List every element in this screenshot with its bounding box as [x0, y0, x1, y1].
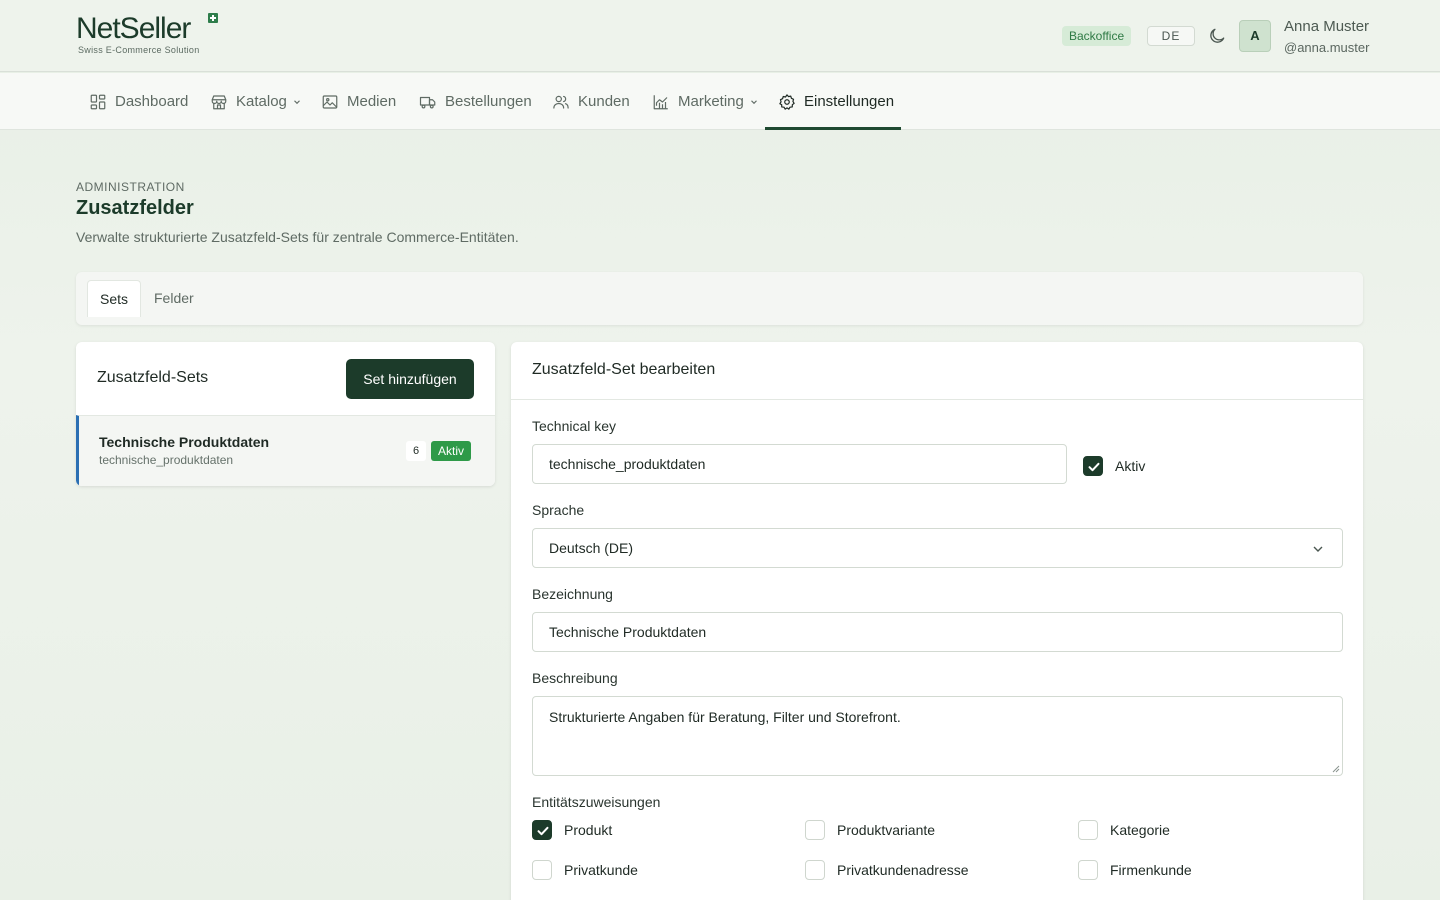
nav-medien-label: Medien — [347, 93, 397, 110]
nav-kunden[interactable]: Kunden — [552, 73, 630, 130]
assignment-checkbox-kategorie[interactable] — [1078, 820, 1098, 840]
chevron-down-icon — [293, 99, 300, 104]
top-header: NetSeller Swiss E-Commerce Solution Back… — [0, 0, 1440, 72]
language-select[interactable]: Deutsch (DE) — [532, 528, 1343, 568]
technical-key-label: Technical key — [532, 418, 617, 434]
page-eyebrow: ADMINISTRATION — [76, 180, 185, 194]
dark-mode-toggle[interactable] — [1207, 26, 1227, 46]
nav-dashboard[interactable]: Dashboard — [89, 73, 188, 130]
assignment-checkbox-produkt[interactable] — [532, 820, 552, 840]
checkmark-icon — [1088, 462, 1100, 472]
editor-title: Zusatzfeld-Set bearbeiten — [532, 361, 716, 378]
active-nav-indicator — [765, 127, 901, 130]
dashboard-icon — [90, 94, 106, 109]
tab-bar: Sets Felder — [76, 272, 1363, 325]
set-key: technische_produktdaten — [99, 453, 234, 467]
gear-icon — [779, 93, 795, 110]
tab-felder[interactable]: Felder — [142, 280, 206, 317]
active-checkbox[interactable] — [1083, 456, 1103, 476]
add-set-button[interactable]: Set hinzufügen — [346, 359, 474, 399]
page-title: Zusatzfelder — [76, 197, 194, 219]
nav-medien[interactable]: Medien — [321, 73, 396, 130]
nav-katalog-label: Katalog — [236, 93, 287, 110]
name-input[interactable]: Technische Produktdaten — [532, 612, 1343, 652]
nav-dashboard-label: Dashboard — [115, 93, 189, 110]
netseller-logo[interactable]: NetSeller Swiss E-Commerce Solution — [76, 12, 226, 58]
chart-icon — [653, 94, 668, 109]
nav-kunden-label: Kunden — [578, 93, 630, 110]
checkmark-icon — [537, 826, 549, 836]
set-editor-panel: Zusatzfeld-Set bearbeiten Technical key … — [511, 342, 1363, 900]
active-checkbox-label: Aktiv — [1115, 458, 1146, 474]
assignment-label-firmenkunde: Firmenkunde — [1110, 862, 1192, 878]
status-badge: Aktiv — [431, 441, 472, 461]
main-navigation: Dashboard Katalog Medien Bestellungen Ku… — [0, 73, 1440, 130]
resize-handle-icon[interactable] — [1332, 765, 1340, 773]
nav-marketing[interactable]: Marketing — [652, 73, 759, 130]
truck-icon — [419, 96, 436, 108]
assignments-label: Entitätszuweisungen — [532, 794, 661, 810]
image-icon — [322, 94, 338, 109]
nav-einstellungen-label: Einstellungen — [804, 93, 895, 110]
technical-key-input[interactable]: technische_produktdaten — [532, 444, 1067, 484]
set-name: Technische Produktdaten — [99, 434, 270, 450]
editor-header: Zusatzfeld-Set bearbeiten — [511, 342, 1363, 400]
nav-bestellungen[interactable]: Bestellungen — [419, 73, 532, 130]
logo-wordmark: NetSeller — [76, 12, 191, 45]
assignment-checkbox-privatkundenadresse[interactable] — [805, 860, 825, 880]
moon-icon — [1210, 28, 1225, 43]
page-description: Verwalte strukturierte Zusatzfeld-Sets f… — [76, 229, 519, 245]
tab-sets[interactable]: Sets — [87, 280, 142, 317]
nav-marketing-label: Marketing — [678, 93, 744, 110]
users-icon — [553, 95, 569, 109]
chevron-down-icon — [1313, 546, 1323, 552]
sets-panel: Zusatzfeld-Sets Set hinzufügen Technisch… — [76, 342, 495, 486]
user-handle: @anna.muster — [1284, 40, 1370, 55]
swiss-cross-icon — [208, 13, 218, 23]
assignment-label-produkt: Produkt — [564, 822, 613, 838]
assignment-label-produktvariante: Produktvariante — [837, 822, 936, 838]
user-name[interactable]: Anna Muster — [1284, 18, 1369, 35]
description-text: Strukturierte Angaben für Beratung, Filt… — [549, 709, 901, 725]
description-label: Beschreibung — [532, 670, 618, 686]
store-icon — [211, 94, 227, 109]
assignment-checkbox-privatkunde[interactable] — [532, 860, 552, 880]
sets-panel-title: Zusatzfeld-Sets — [97, 369, 209, 386]
nav-einstellungen[interactable]: Einstellungen — [778, 73, 894, 130]
name-label: Bezeichnung — [532, 586, 613, 602]
assignment-checkbox-produktvariante[interactable] — [805, 820, 825, 840]
assignment-label-privatkunde: Privatkunde — [564, 862, 638, 878]
nav-katalog[interactable]: Katalog — [210, 73, 302, 130]
nav-bestellungen-label: Bestellungen — [445, 93, 532, 110]
assignment-label-privatkundenadresse: Privatkundenadresse — [837, 862, 969, 878]
assignment-checkbox-firmenkunde[interactable] — [1078, 860, 1098, 880]
language-switcher[interactable]: DE — [1147, 26, 1195, 46]
assignment-label-kategorie: Kategorie — [1110, 822, 1170, 838]
user-avatar[interactable]: A — [1239, 20, 1271, 52]
chevron-down-icon — [750, 99, 757, 104]
language-label: Sprache — [532, 502, 585, 518]
backoffice-badge: Backoffice — [1062, 26, 1132, 46]
logo-tagline: Swiss E-Commerce Solution — [78, 45, 200, 55]
language-select-value: Deutsch (DE) — [549, 540, 634, 556]
set-list-item[interactable]: Technische Produktdaten technische_produ… — [76, 415, 495, 486]
set-field-count: 6 — [406, 441, 426, 461]
description-textarea[interactable]: Strukturierte Angaben für Beratung, Filt… — [532, 696, 1343, 776]
